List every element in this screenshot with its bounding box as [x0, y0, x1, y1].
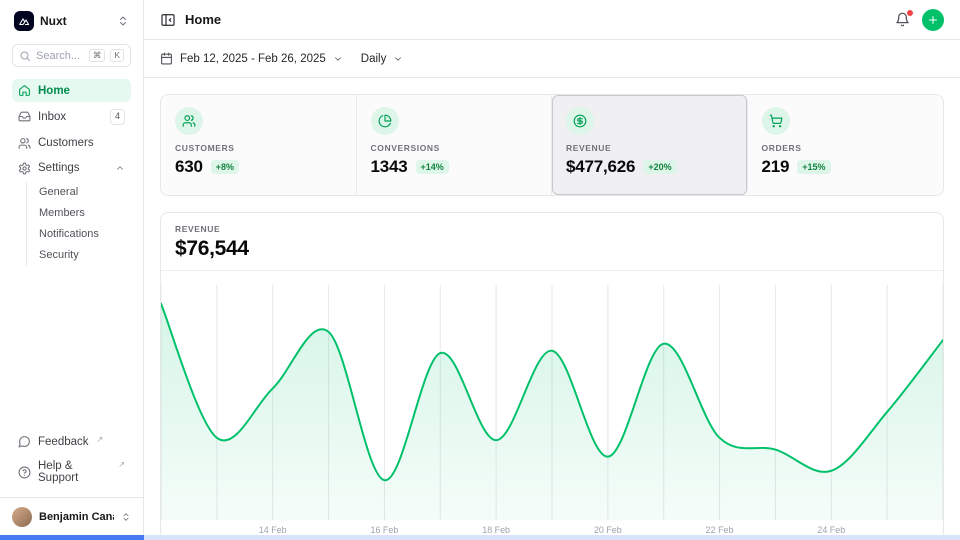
- stat-orders[interactable]: ORDERS 219 +15%: [748, 95, 944, 195]
- chart-pie-icon: [371, 107, 399, 135]
- circle-dollar-icon: [566, 107, 594, 135]
- kbd-k: K: [110, 49, 124, 62]
- stat-customers[interactable]: CUSTOMERS 630 +8%: [161, 95, 357, 195]
- notification-dot: [906, 9, 914, 17]
- date-range-picker[interactable]: Feb 12, 2025 - Feb 26, 2025: [160, 52, 343, 65]
- workspace-selector[interactable]: Nuxt: [12, 10, 131, 32]
- sidebar-subitem-general[interactable]: General: [39, 182, 131, 203]
- sidebar-subitem-notifications[interactable]: Notifications: [39, 224, 131, 245]
- chart-label: REVENUE: [175, 224, 929, 234]
- sidebar-nav: Home Inbox 4 Customers Settings General …: [12, 79, 131, 266]
- main-area: Home Feb 12, 2025 - Feb 26, 2025 Daily: [144, 0, 960, 540]
- gear-icon: [18, 162, 31, 175]
- chart-body: 14 Feb 16 Feb 18 Feb 20 Feb 22 Feb 24 Feb: [161, 271, 943, 539]
- calendar-icon: [160, 52, 173, 65]
- message-circle-icon: [18, 435, 31, 448]
- chart-header: REVENUE $76,544: [161, 213, 943, 271]
- sidebar-item-settings[interactable]: Settings: [12, 157, 131, 180]
- period-select[interactable]: Daily: [361, 53, 404, 65]
- svg-text:16 Feb: 16 Feb: [371, 525, 399, 535]
- bottom-strip-right: [144, 535, 960, 540]
- sidebar-item-label: Home: [38, 85, 70, 97]
- stat-value: 219: [762, 157, 790, 177]
- svg-text:22 Feb: 22 Feb: [706, 525, 734, 535]
- stat-conversions[interactable]: CONVERSIONS 1343 +14%: [357, 95, 553, 195]
- chart-total-value: $76,544: [175, 237, 929, 261]
- stat-delta-badge: +20%: [643, 160, 676, 174]
- sidebar-item-customers[interactable]: Customers: [12, 132, 131, 155]
- home-icon: [18, 84, 31, 97]
- chevron-down-icon: [333, 54, 343, 64]
- stat-delta-badge: +14%: [416, 160, 449, 174]
- filter-toolbar: Feb 12, 2025 - Feb 26, 2025 Daily: [144, 40, 960, 78]
- sidebar-item-label: Settings: [38, 162, 80, 174]
- nuxt-logo-icon: [14, 11, 34, 31]
- help-circle-icon: [18, 466, 31, 479]
- chevron-up-down-icon: [121, 512, 131, 522]
- stat-value: $477,626: [566, 157, 635, 177]
- period-label: Daily: [361, 53, 387, 65]
- stat-delta-badge: +8%: [211, 160, 239, 174]
- help-support-link[interactable]: Help & Support ↗: [12, 455, 131, 489]
- svg-text:24 Feb: 24 Feb: [817, 525, 845, 535]
- plus-icon: [927, 14, 939, 26]
- users-icon: [175, 107, 203, 135]
- shopping-cart-icon: [762, 107, 790, 135]
- dashboard-app: Nuxt ⌘ K Home Inbox 4 Customers: [0, 0, 960, 540]
- page-title: Home: [185, 12, 221, 27]
- sidebar-subitem-security[interactable]: Security: [39, 245, 131, 266]
- search-box[interactable]: ⌘ K: [12, 44, 131, 67]
- external-link-icon: ↗: [118, 460, 125, 469]
- search-input[interactable]: [36, 50, 84, 62]
- sidebar-footer: Feedback ↗ Help & Support ↗ Benjamin Can…: [12, 430, 131, 540]
- revenue-area-chart[interactable]: 14 Feb 16 Feb 18 Feb 20 Feb 22 Feb 24 Feb: [161, 271, 943, 539]
- inbox-count-badge: 4: [110, 109, 125, 125]
- chevron-down-icon: [393, 54, 403, 64]
- revenue-chart-card: REVENUE $76,544 14 Feb 16 Feb 18 Feb 20 Feb…: [160, 212, 944, 540]
- add-button[interactable]: [922, 9, 944, 31]
- svg-text:20 Feb: 20 Feb: [594, 525, 622, 535]
- date-range-label: Feb 12, 2025 - Feb 26, 2025: [180, 53, 326, 65]
- search-icon: [19, 50, 31, 62]
- stat-value: 630: [175, 157, 203, 177]
- user-name: Benjamin Canac: [39, 511, 114, 523]
- stat-label: CONVERSIONS: [371, 143, 538, 153]
- svg-text:18 Feb: 18 Feb: [482, 525, 510, 535]
- stat-delta-badge: +15%: [797, 160, 830, 174]
- page-header: Home: [144, 0, 960, 40]
- settings-submenu: General Members Notifications Security: [26, 182, 131, 266]
- bottom-strip: [0, 535, 960, 540]
- sidebar-item-label: Inbox: [38, 111, 66, 123]
- footer-link-label: Feedback: [38, 436, 89, 448]
- user-menu[interactable]: Benjamin Canac: [0, 497, 143, 536]
- stat-label: ORDERS: [762, 143, 930, 153]
- panel-left-icon[interactable]: [160, 12, 176, 28]
- sidebar-item-inbox[interactable]: Inbox 4: [12, 104, 131, 130]
- users-icon: [18, 137, 31, 150]
- notifications-button[interactable]: [895, 12, 910, 27]
- inbox-icon: [18, 110, 31, 123]
- bottom-strip-left: [0, 535, 144, 540]
- feedback-link[interactable]: Feedback ↗: [12, 430, 131, 453]
- stat-value: 1343: [371, 157, 408, 177]
- kbd-cmd: ⌘: [89, 49, 106, 62]
- workspace-name: Nuxt: [40, 14, 111, 28]
- footer-link-label: Help & Support: [38, 460, 110, 484]
- content: CUSTOMERS 630 +8% CONVERSIONS 1343 +14%: [144, 78, 960, 540]
- svg-text:14 Feb: 14 Feb: [259, 525, 287, 535]
- sidebar-item-home[interactable]: Home: [12, 79, 131, 102]
- avatar: [12, 507, 32, 527]
- sidebar-item-label: Customers: [38, 137, 94, 149]
- header-actions: [895, 9, 944, 31]
- stat-label: CUSTOMERS: [175, 143, 342, 153]
- sidebar: Nuxt ⌘ K Home Inbox 4 Customers: [0, 0, 144, 540]
- external-link-icon: ↗: [97, 435, 104, 444]
- stat-revenue[interactable]: REVENUE $477,626 +20%: [552, 95, 748, 195]
- chevron-up-icon: [115, 163, 125, 173]
- chevron-up-down-icon: [117, 15, 129, 27]
- sidebar-subitem-members[interactable]: Members: [39, 203, 131, 224]
- stat-label: REVENUE: [566, 143, 733, 153]
- stats-row: CUSTOMERS 630 +8% CONVERSIONS 1343 +14%: [160, 94, 944, 196]
